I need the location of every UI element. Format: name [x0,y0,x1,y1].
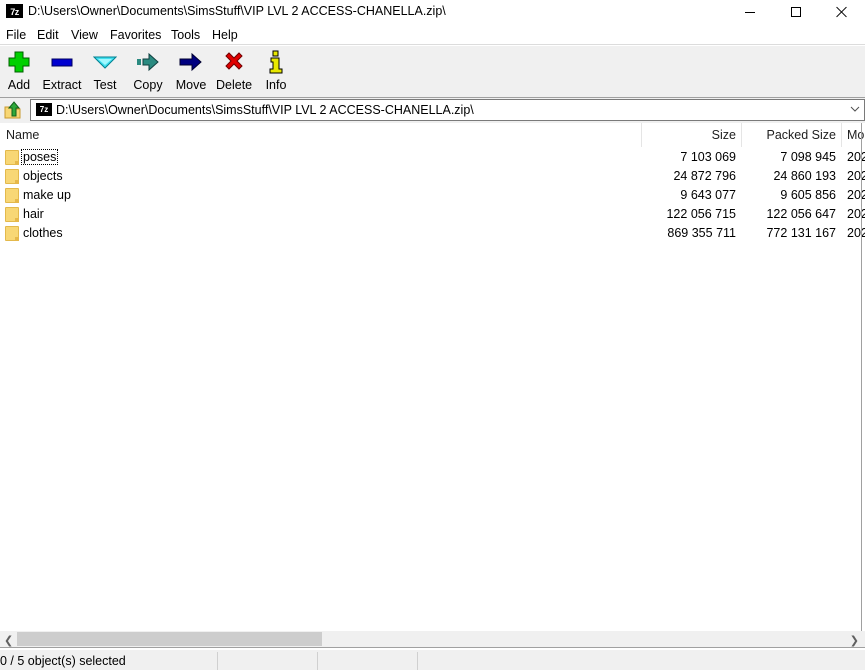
extract-button[interactable]: Extract [40,50,84,94]
item-modified: 202 [847,150,865,164]
info-icon [264,50,288,74]
menu-tools[interactable]: Tools [171,28,200,42]
item-size: 9 643 077 [680,188,736,202]
test-label: Test [93,78,117,92]
item-packed-size: 772 131 167 [766,226,836,240]
delete-button[interactable]: Delete [216,50,252,94]
up-folder-button[interactable] [3,101,23,119]
title-bar: 7z D:\Users\Owner\Documents\SimsStuff\VI… [0,0,865,24]
window-title: D:\Users\Owner\Documents\SimsStuff\VIP L… [28,4,446,18]
column-header: Name Size Packed Size Mo [0,123,865,147]
7zip-app-icon: 7z [6,4,23,18]
status-bar: 0 / 5 object(s) selected [0,650,865,670]
item-name: clothes [23,226,63,240]
status-divider [317,652,318,670]
list-item[interactable]: hair 122 056 715 122 056 647 202 [0,205,865,224]
delete-label: Delete [216,78,253,92]
add-label: Add [7,78,31,92]
list-right-border [861,123,862,648]
copy-label: Copy [133,78,163,92]
item-packed-size: 122 056 647 [766,207,836,221]
minus-icon [40,50,84,74]
folder-icon [5,150,19,165]
menu-view[interactable]: View [71,28,98,42]
minimize-button[interactable] [727,0,773,24]
column-name[interactable]: Name [6,128,39,142]
item-name: objects [23,169,63,183]
check-chevron-icon [91,50,119,74]
item-packed-size: 7 098 945 [780,150,836,164]
folder-icon [5,188,19,203]
item-name: poses [20,149,59,165]
item-size: 7 103 069 [680,150,736,164]
scroll-right-icon[interactable]: ❯ [850,634,859,647]
item-size: 122 056 715 [666,207,736,221]
delete-x-icon [216,50,252,74]
info-label: Info [265,78,287,92]
maximize-icon [791,7,801,17]
menu-help[interactable]: Help [212,28,238,42]
item-modified: 202 [847,188,865,202]
folder-icon [5,169,19,184]
item-modified: 202 [847,226,865,240]
chevron-down-icon[interactable] [850,104,860,114]
menu-bar: File Edit View Favorites Tools Help [0,26,865,45]
horizontal-scrollbar[interactable]: ❮ ❯ [0,631,865,648]
copy-arrow-icon [132,50,164,74]
add-button[interactable]: Add [4,50,34,94]
menu-favorites[interactable]: Favorites [110,28,161,42]
move-label: Move [175,78,207,92]
7zip-archive-icon: 7z [36,103,52,116]
move-arrow-icon [174,50,208,74]
copy-button[interactable]: Copy [132,50,164,94]
status-divider [217,652,218,670]
test-button[interactable]: Test [91,50,119,94]
selection-status: 0 / 5 object(s) selected [0,654,126,668]
file-list[interactable]: Name Size Packed Size Mo poses 7 103 069… [0,123,865,631]
close-icon [836,6,848,18]
column-packed-size[interactable]: Packed Size [767,128,836,142]
item-modified: 202 [847,169,865,183]
folder-icon [5,207,19,222]
item-packed-size: 24 860 193 [773,169,836,183]
toolbar: Add Extract Test Copy Move Delete Info [0,46,865,98]
address-path: D:\Users\Owner\Documents\SimsStuff\VIP L… [56,103,474,117]
info-button[interactable]: Info [264,50,288,94]
item-name: make up [23,188,71,202]
item-size: 869 355 711 [667,226,736,240]
menu-file[interactable]: File [6,28,26,42]
scroll-left-icon[interactable]: ❮ [4,634,13,647]
item-name: hair [23,207,44,221]
column-size[interactable]: Size [712,128,736,142]
scrollbar-thumb[interactable] [17,632,322,646]
list-item[interactable]: objects 24 872 796 24 860 193 202 [0,167,865,186]
folder-icon [5,226,19,241]
status-divider [417,652,418,670]
column-divider[interactable] [641,123,642,147]
column-divider[interactable] [841,123,842,147]
extract-label: Extract [42,78,82,92]
move-button[interactable]: Move [174,50,208,94]
list-item[interactable]: poses 7 103 069 7 098 945 202 [0,148,865,167]
maximize-button[interactable] [773,0,819,24]
item-packed-size: 9 605 856 [780,188,836,202]
minimize-icon [745,11,755,13]
column-divider[interactable] [741,123,742,147]
folder-up-icon [4,101,21,119]
item-size: 24 872 796 [673,169,736,183]
item-modified: 202 [847,207,865,221]
menu-edit[interactable]: Edit [37,28,59,42]
address-input[interactable]: 7z D:\Users\Owner\Documents\SimsStuff\VI… [30,99,865,121]
plus-icon [4,50,34,74]
address-bar: 7z D:\Users\Owner\Documents\SimsStuff\VI… [0,98,865,123]
close-button[interactable] [819,0,865,24]
list-item[interactable]: clothes 869 355 711 772 131 167 202 [0,224,865,243]
list-item[interactable]: make up 9 643 077 9 605 856 202 [0,186,865,205]
